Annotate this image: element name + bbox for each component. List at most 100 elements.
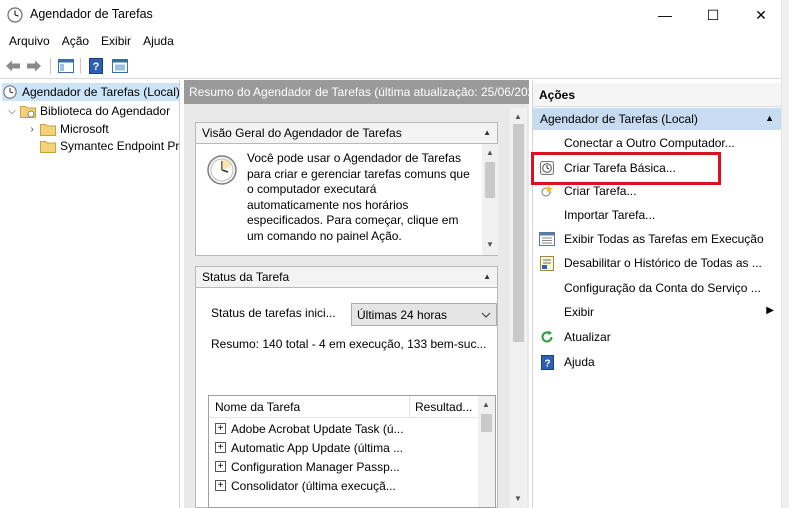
blank-icon <box>539 280 555 296</box>
blank-icon <box>539 207 555 223</box>
expand-plus-icon[interactable]: + <box>215 423 226 434</box>
menu-ajuda[interactable]: Ajuda <box>137 34 180 48</box>
menu-acao[interactable]: Ação <box>56 34 95 48</box>
task-name: Consolidator (última execuçã... <box>231 478 396 493</box>
scrollbar-thumb[interactable] <box>481 414 492 432</box>
column-task-name[interactable]: Nome da Tarefa <box>215 400 300 414</box>
overview-text-line: automaticamente nos horários <box>247 197 409 212</box>
table-row[interactable]: + Adobe Acrobat Update Task (ú... <box>209 419 477 438</box>
task-status-table: Nome da Tarefa Resultad... + Adobe Acrob… <box>208 395 496 508</box>
chevron-down-icon[interactable]: ⌵ <box>6 106 18 117</box>
scroll-up-icon[interactable]: ▲ <box>482 400 490 409</box>
expand-plus-icon[interactable]: + <box>215 480 226 491</box>
svg-text:?: ? <box>93 61 100 73</box>
show-hide-console-tree-icon <box>58 59 74 73</box>
properties-icon <box>112 59 128 73</box>
status-section-title: Status da Tarefa <box>202 270 290 284</box>
status-section-header[interactable]: Status da Tarefa ▲ <box>195 266 498 288</box>
expand-plus-icon[interactable]: + <box>215 442 226 453</box>
actions-pane: Ações Agendador de Tarefas (Local) ▲ Con… <box>532 80 781 508</box>
create-task-icon <box>539 183 555 199</box>
collapse-icon[interactable]: ▲ <box>765 113 774 123</box>
actions-title: Ações <box>533 83 781 107</box>
maximize-button[interactable]: ☐ <box>690 0 736 30</box>
refresh-icon <box>539 329 555 345</box>
action-show-running-tasks[interactable]: Exibir Todas as Tarefas em Execução <box>533 228 781 250</box>
table-row[interactable]: + Automatic App Update (última ... <box>209 438 477 457</box>
close-button[interactable]: ✕ <box>738 0 784 30</box>
action-connect-computer[interactable]: Conectar a Outro Computador... <box>533 132 781 154</box>
chevron-down-icon <box>481 312 491 318</box>
minimize-button[interactable]: — <box>642 0 688 30</box>
action-label: Conectar a Outro Computador... <box>564 136 735 150</box>
status-filter-value: Últimas 24 horas <box>357 307 448 322</box>
status-filter-dropdown[interactable]: Últimas 24 horas <box>351 303 497 326</box>
overview-section-header[interactable]: Visão Geral do Agendador de Tarefas ▲ <box>195 122 498 144</box>
action-label: Atualizar <box>564 330 611 344</box>
action-label: Exibir <box>564 305 595 319</box>
table-row[interactable]: + Configuration Manager Passp... <box>209 457 477 476</box>
menu-exibir[interactable]: Exibir <box>95 34 137 48</box>
menu-bar: Arquivo Ação Exibir Ajuda <box>0 31 781 51</box>
summary-scrollbar[interactable]: ▲ ▼ <box>510 108 527 508</box>
scrollbar-thumb[interactable] <box>513 124 524 342</box>
back-button[interactable] <box>4 57 22 75</box>
history-icon <box>539 255 555 271</box>
action-view-submenu[interactable]: Exibir ▶ <box>533 301 781 323</box>
collapse-icon[interactable]: ▲ <box>483 128 491 137</box>
tree-item-microsoft-label: Microsoft <box>60 122 109 136</box>
scroll-up-icon[interactable]: ▲ <box>486 148 494 157</box>
summary-pane: Resumo do Agendador de Tarefas (última a… <box>184 80 529 508</box>
folder-icon <box>40 124 56 136</box>
highlight-annotation <box>531 152 721 185</box>
help-icon: ? <box>89 58 103 74</box>
minimize-icon: — <box>658 7 672 23</box>
column-result[interactable]: Resultad... <box>415 400 472 414</box>
help-toolbar-button[interactable]: ? <box>87 57 105 75</box>
scroll-up-icon[interactable]: ▲ <box>514 112 522 121</box>
task-name: Automatic App Update (última ... <box>231 440 404 455</box>
action-label: Exibir Todas as Tarefas em Execução <box>564 232 764 246</box>
actions-group-label: Agendador de Tarefas (Local) <box>540 112 698 126</box>
svg-text:?: ? <box>544 358 550 369</box>
overview-text-line: especificados. Para começar, clique em <box>247 213 459 227</box>
action-refresh[interactable]: Atualizar <box>533 326 781 348</box>
back-icon <box>6 60 20 72</box>
tree-item-microsoft[interactable]: › Microsoft <box>26 120 109 138</box>
overview-text-line: o computador executará <box>247 182 377 196</box>
action-label: Configuração da Conta do Serviço ... <box>564 281 761 295</box>
overview-text-line: para criar e gerenciar tarefas comuns qu… <box>247 166 470 181</box>
scrollbar-thumb[interactable] <box>485 162 495 198</box>
expand-plus-icon[interactable]: + <box>215 461 226 472</box>
forward-button[interactable] <box>25 57 43 75</box>
show-hide-console-tree-button[interactable] <box>57 57 75 75</box>
action-help[interactable]: ? Ajuda <box>533 351 781 373</box>
tree-item-root[interactable]: Agendador de Tarefas (Local) <box>2 83 180 101</box>
scroll-down-icon[interactable]: ▼ <box>514 494 522 503</box>
column-divider[interactable] <box>409 396 410 418</box>
overview-scrollbar[interactable]: ▲ ▼ <box>482 144 498 255</box>
folder-icon <box>40 141 56 153</box>
menu-arquivo[interactable]: Arquivo <box>3 34 56 48</box>
tree-item-root-label: Agendador de Tarefas (Local) <box>22 85 180 99</box>
close-icon: ✕ <box>755 6 767 23</box>
scroll-down-icon[interactable]: ▼ <box>486 240 494 249</box>
properties-toolbar-button[interactable] <box>111 57 129 75</box>
task-name: Configuration Manager Passp... <box>231 459 400 474</box>
action-service-account-config[interactable]: Configuração da Conta do Serviço ... <box>533 277 781 299</box>
table-row[interactable]: + Consolidator (última execuçã... <box>209 476 477 495</box>
chevron-right-icon[interactable]: › <box>26 124 38 135</box>
actions-group-header[interactable]: Agendador de Tarefas (Local) ▲ <box>533 108 781 130</box>
collapse-icon[interactable]: ▲ <box>483 272 491 281</box>
blank-icon <box>539 304 555 320</box>
forward-icon <box>27 60 41 72</box>
table-scrollbar[interactable]: ▲ <box>478 396 495 507</box>
task-scheduler-clock-icon <box>7 7 23 23</box>
action-label: Ajuda <box>564 355 595 369</box>
action-import-task[interactable]: Importar Tarefa... <box>533 204 781 226</box>
action-disable-history[interactable]: Desabilitar o Histórico de Todas as ... <box>533 252 781 274</box>
action-label: Criar Tarefa... <box>564 184 637 198</box>
tree-item-library[interactable]: ⌵ Biblioteca do Agendador <box>6 102 170 120</box>
overview-text-line: um comando no painel Ação. <box>247 228 402 243</box>
tree-item-symantec[interactable]: Symantec Endpoint Pr <box>40 137 179 155</box>
